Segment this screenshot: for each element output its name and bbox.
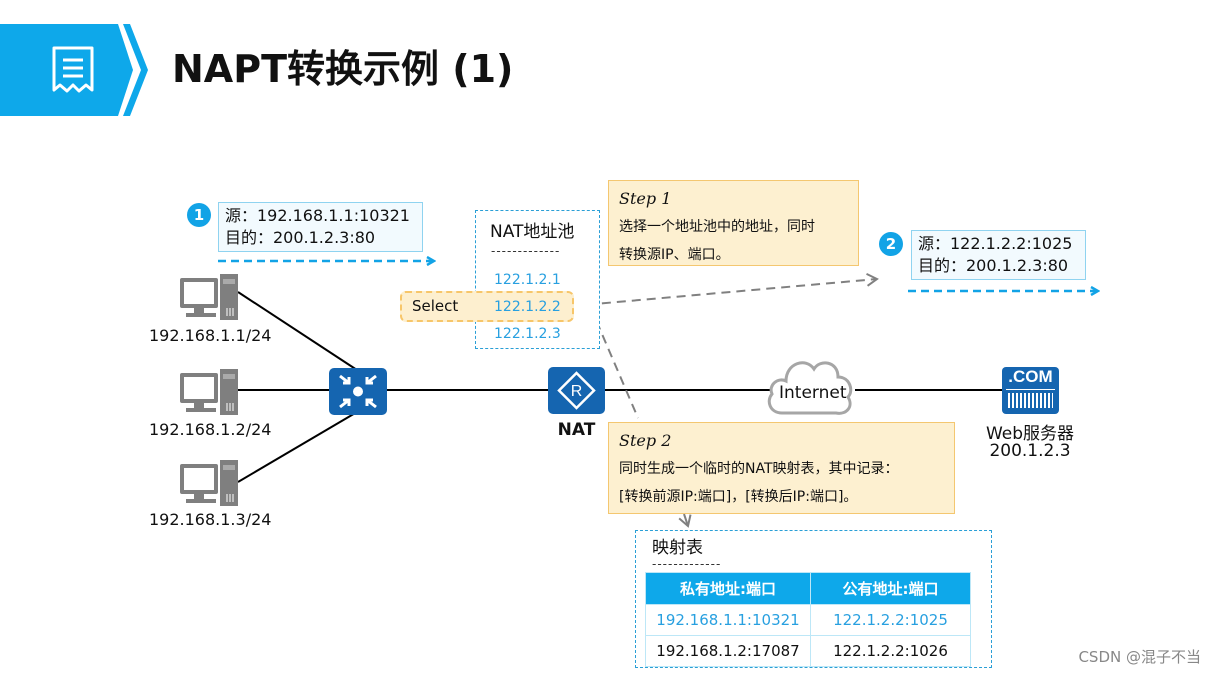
- pc-icon: [180, 369, 238, 415]
- pc-icon: [180, 274, 238, 320]
- table-row: 192.168.1.2:17087 122.1.2.2:1026: [645, 635, 971, 667]
- packet2-info-box: 源：122.1.2.2:1025 目的：200.1.2.3:80: [911, 230, 1086, 280]
- web-server-icon[interactable]: .COM: [1002, 367, 1059, 414]
- packet2-destination: 目的：200.1.2.3:80: [918, 256, 1069, 275]
- switch-icon[interactable]: [329, 368, 387, 415]
- step1-callout: Step 1 选择一个地址池中的地址，同时 转换源IP、端口。: [608, 180, 859, 266]
- step-badge-2: 2: [879, 232, 903, 256]
- nat-label: NAT: [557, 420, 596, 440]
- internet-label: Internet: [779, 383, 847, 403]
- step1-title: Step 1: [619, 189, 672, 208]
- private-address-cell: 192.168.1.1:10321: [645, 604, 811, 636]
- mapping-table-separator: -------------: [652, 557, 722, 571]
- step2-callout: Step 2 同时生成一个临时的NAT映射表，其中记录： [转换前源IP:端口]…: [608, 422, 955, 514]
- step1-line2: 转换源IP、端口。: [619, 247, 730, 263]
- mapping-table-title: 映射表: [652, 538, 703, 558]
- pool-title: NAT地址池: [490, 222, 575, 242]
- column-header-public: 公有地址:端口: [810, 572, 971, 605]
- server-badge-text: .COM: [1008, 367, 1053, 386]
- pool-separator: -------------: [491, 244, 561, 258]
- step1-line1: 选择一个地址池中的地址，同时: [619, 219, 815, 235]
- server-ip: 200.1.2.3: [989, 441, 1071, 461]
- pool-address-2[interactable]: 122.1.2.2: [494, 299, 561, 315]
- server-rack-lines: [1008, 393, 1053, 408]
- host-3-label: 192.168.1.3/24: [149, 510, 272, 529]
- public-address-cell: 122.1.2.2:1026: [810, 635, 971, 667]
- step2-title: Step 2: [619, 431, 672, 450]
- step2-line2: [转换前源IP:端口]，[转换后IP:端口]。: [619, 489, 858, 505]
- svg-text:R: R: [571, 383, 583, 400]
- watermark: CSDN @混子不当: [1078, 648, 1201, 666]
- step1-pointer-arrow: [571, 273, 879, 307]
- step2-line1: 同时生成一个临时的NAT映射表，其中记录：: [619, 461, 899, 477]
- table-row: 192.168.1.1:10321 122.1.2.2:1025: [645, 604, 971, 636]
- mapping-table: 私有地址:端口 公有地址:端口 192.168.1.1:10321 122.1.…: [645, 572, 971, 667]
- step-badge-1: 1: [187, 203, 211, 227]
- packet1-info-box: 源：192.168.1.1:10321 目的：200.1.2.3:80: [218, 202, 423, 252]
- packet2-source: 源：122.1.2.2:1025: [918, 234, 1073, 253]
- private-address-cell: 192.168.1.2:17087: [645, 635, 811, 667]
- mapping-pointer-arrow: [678, 513, 692, 528]
- host-2-label: 192.168.1.2/24: [149, 420, 272, 439]
- router-icon[interactable]: R: [548, 367, 605, 414]
- column-header-private: 私有地址:端口: [645, 572, 811, 605]
- pool-address-3[interactable]: 122.1.2.3: [494, 326, 561, 342]
- host-1-label: 192.168.1.1/24: [149, 326, 272, 345]
- select-label: Select: [412, 297, 459, 315]
- packet1-destination: 目的：200.1.2.3:80: [225, 228, 376, 247]
- pool-address-1[interactable]: 122.1.2.1: [494, 272, 561, 288]
- packet1-source: 源：192.168.1.1:10321: [225, 206, 410, 225]
- pc-icon: [180, 460, 238, 506]
- public-address-cell: 122.1.2.2:1025: [810, 604, 971, 636]
